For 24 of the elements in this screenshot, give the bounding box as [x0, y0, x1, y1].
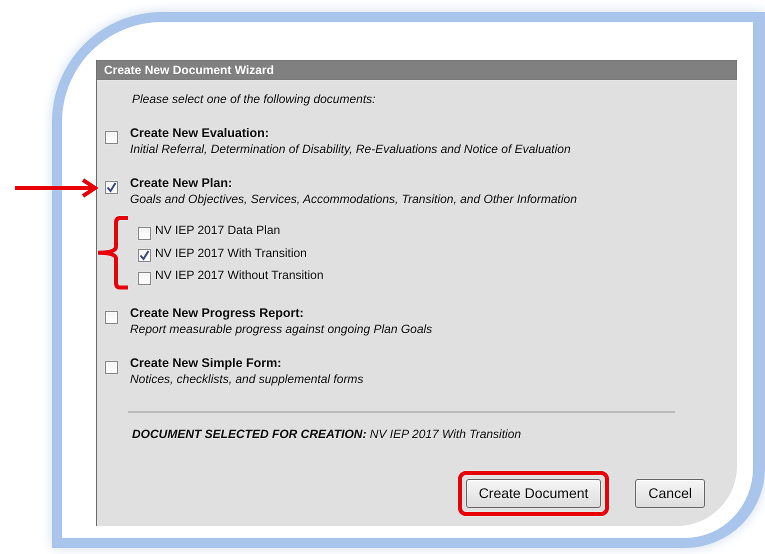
dialog-button[interactable]: Cancel [635, 479, 705, 508]
checkbox[interactable] [105, 310, 118, 324]
checkbox[interactable] [105, 181, 118, 194]
option-description: Report measurable progress against ongoing Plan Goals [130, 320, 432, 336]
checkbox[interactable] [105, 131, 118, 144]
option-description: Notices, checklists, and supplemental forms [130, 370, 364, 386]
dialog-title: Create New Document Wizard [97, 60, 737, 80]
checkbox[interactable] [105, 360, 118, 374]
dialog-button[interactable]: Create Document [466, 479, 602, 508]
option-title: Create New Evaluation: [130, 125, 270, 141]
option-description: Goals and Objectives, Services, Accommodations, Transition, and Other Information [130, 191, 577, 207]
option-title: Create New Progress Report: [130, 304, 305, 320]
checkbox[interactable] [138, 272, 151, 285]
checkbox[interactable] [138, 226, 151, 240]
sub-option-label: NV IEP 2017 Without Transition [155, 267, 324, 284]
brace-icon [96, 215, 130, 290]
sub-option-label: NV IEP 2017 With Transition [155, 244, 307, 262]
option-title: Create New Plan: [130, 175, 234, 191]
instruction-text: Please select one of the following documents: [132, 91, 376, 108]
option-title: Create New Simple Form: [130, 354, 282, 370]
option-description: Initial Referral, Determination of Disability, Re-Evaluations and Notice of Evaluation [130, 141, 571, 157]
sub-option-label: NV IEP 2017 Data Plan [155, 222, 280, 240]
selection-summary: DOCUMENT SELECTED FOR CREATION: NV IEP 2017 With Transition [132, 426, 522, 442]
checkbox[interactable] [138, 249, 151, 262]
